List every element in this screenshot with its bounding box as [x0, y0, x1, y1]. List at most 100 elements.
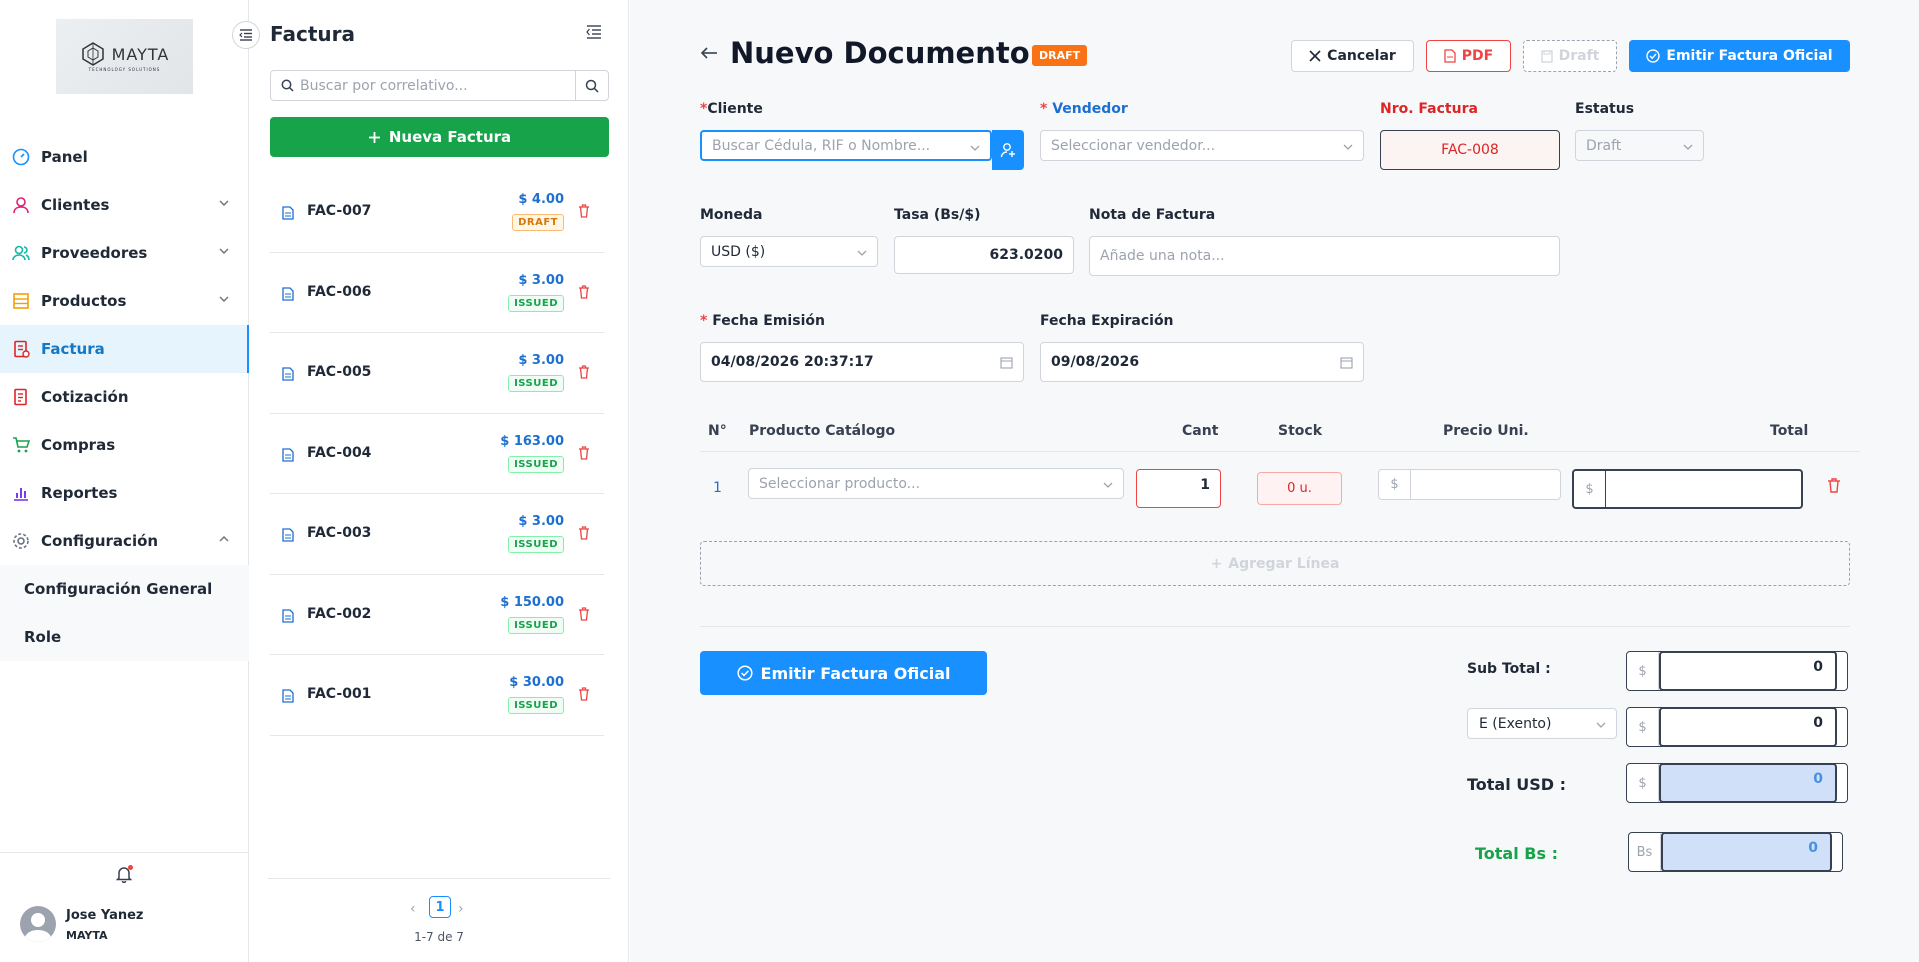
- vendedor-select[interactable]: Seleccionar vendedor...: [1040, 130, 1364, 161]
- fecha-expiracion-field[interactable]: 09/08/2026: [1040, 342, 1364, 382]
- pdf-label: PDF: [1461, 48, 1494, 64]
- list-item[interactable]: FAC-003 $ 3.00 ISSUED: [270, 494, 604, 575]
- invoice-code: FAC-005: [307, 364, 372, 380]
- sidebar-item-label: Panel: [41, 148, 88, 166]
- sidebar-item-configuracion[interactable]: Configuración: [0, 517, 249, 565]
- check-circle-icon: [1646, 49, 1661, 63]
- close-icon: [1309, 50, 1321, 62]
- delete-invoice-button[interactable]: [578, 606, 590, 625]
- delete-invoice-button[interactable]: [578, 204, 590, 222]
- sidebar-item-role[interactable]: Role: [0, 613, 249, 661]
- brand-name: MAYTA: [111, 44, 170, 64]
- tax-field: $ 0: [1626, 707, 1848, 747]
- search-icon: [585, 79, 599, 93]
- list-title: Factura: [270, 22, 355, 46]
- list-menu-button[interactable]: [586, 25, 602, 43]
- add-line-button[interactable]: + Agregar Línea: [700, 541, 1850, 586]
- list-item[interactable]: FAC-006 $ 3.00 ISSUED: [270, 253, 604, 333]
- prev-page-button[interactable]: ‹: [410, 901, 416, 917]
- sidebar-item-clientes[interactable]: Clientes: [0, 181, 249, 229]
- delete-invoice-button[interactable]: [578, 445, 590, 464]
- menu-fold-icon: [239, 29, 252, 41]
- collapse-sidebar-button[interactable]: [232, 21, 260, 49]
- list-item[interactable]: FAC-005 $ 3.00 ISSUED: [270, 333, 604, 414]
- list-item[interactable]: FAC-007 $ 4.00 DRAFT: [270, 172, 604, 253]
- pdf-button[interactable]: PDF: [1426, 40, 1511, 72]
- avatar[interactable]: [20, 906, 56, 942]
- chevron-down-icon: [1103, 482, 1113, 488]
- delete-line-button[interactable]: [1827, 478, 1841, 497]
- dashboard-icon: [12, 148, 30, 166]
- arrow-left-icon: [700, 47, 717, 59]
- sidebar-item-cotizacion[interactable]: Cotización: [0, 373, 249, 421]
- status-badge: ISSUED: [508, 294, 564, 312]
- users-icon: [12, 244, 30, 262]
- search-input[interactable]: [300, 77, 570, 94]
- brand-logo[interactable]: MAYTA TECHNOLOGY SOLUTIONS: [56, 19, 193, 94]
- trash-icon: [579, 284, 589, 299]
- invoice-code: FAC-006: [307, 283, 372, 300]
- delete-invoice-button[interactable]: [578, 284, 590, 303]
- delete-invoice-button[interactable]: [578, 687, 590, 705]
- col-qty: Cant: [1182, 423, 1219, 439]
- fecha-emision-field[interactable]: 04/08/2026 20:37:17: [700, 342, 1024, 382]
- current-page[interactable]: 1: [429, 896, 451, 918]
- cancel-button[interactable]: Cancelar: [1291, 40, 1414, 72]
- col-total: Total: [1770, 423, 1809, 439]
- product-select[interactable]: Seleccionar producto...: [748, 468, 1124, 499]
- list-item[interactable]: FAC-004 $ 163.00 ISSUED: [270, 414, 604, 494]
- invoice-amount: $ 3.00: [518, 353, 564, 368]
- trash-icon: [579, 687, 589, 701]
- invoice-code: FAC-002: [307, 605, 372, 622]
- estatus-select: Draft: [1575, 130, 1704, 161]
- sidebar-item-productos[interactable]: Productos: [0, 277, 249, 325]
- nota-placeholder: Añade una nota...: [1100, 248, 1225, 264]
- sidebar-item-factura[interactable]: Factura: [0, 325, 249, 373]
- sidebar-item-label: Productos: [41, 292, 127, 310]
- gear-icon: [12, 532, 30, 550]
- sidebar-item-panel[interactable]: Panel: [0, 133, 249, 181]
- file-icon: [282, 608, 294, 623]
- trash-icon: [579, 445, 589, 460]
- usd-prefix: $: [1627, 764, 1659, 802]
- unit-price-field[interactable]: $: [1378, 469, 1561, 500]
- save-draft-button[interactable]: Draft: [1523, 40, 1617, 72]
- sidebar-item-label: Factura: [41, 340, 105, 358]
- add-client-button[interactable]: [992, 130, 1024, 170]
- client-search-field[interactable]: Buscar Cédula, RIF o Nombre...: [700, 130, 992, 161]
- emit-invoice-button-bottom[interactable]: Emitir Factura Oficial: [700, 651, 987, 695]
- nota-field[interactable]: Añade una nota...: [1089, 236, 1560, 276]
- sidebar-item-reportes[interactable]: Reportes: [0, 469, 249, 517]
- sidebar-item-proveedores[interactable]: Proveedores: [0, 229, 249, 277]
- moneda-select[interactable]: USD ($): [700, 236, 878, 267]
- emit-invoice-button[interactable]: Emitir Factura Oficial: [1629, 40, 1850, 72]
- emit-label: Emitir Factura Oficial: [1666, 48, 1833, 64]
- nota-label: Nota de Factura: [1089, 207, 1216, 223]
- total-bs-value: 0: [1661, 832, 1832, 872]
- delete-invoice-button[interactable]: [578, 526, 590, 544]
- sidebar-item-configuracion-general[interactable]: Configuración General: [0, 565, 249, 613]
- sidebar-item-label: Compras: [41, 436, 116, 454]
- tasa-field[interactable]: 623.0200: [894, 236, 1074, 274]
- search-button[interactable]: [576, 71, 608, 100]
- quantity-field[interactable]: 1: [1136, 469, 1221, 508]
- trash-icon: [579, 365, 589, 379]
- next-page-button[interactable]: ›: [458, 901, 464, 917]
- draft-label: Draft: [1558, 48, 1600, 64]
- col-stock: Stock: [1278, 423, 1323, 439]
- sidebar-item-compras[interactable]: Compras: [0, 421, 249, 469]
- total-usd-value: 0: [1659, 763, 1837, 803]
- list-icon: [12, 292, 30, 310]
- notifications-button[interactable]: [115, 865, 133, 887]
- list-item[interactable]: FAC-001 $ 30.00 ISSUED: [270, 655, 604, 736]
- list-item[interactable]: FAC-002 $ 150.00 ISSUED: [270, 575, 604, 655]
- total-prefix: $: [1574, 471, 1606, 507]
- new-invoice-button[interactable]: Nueva Factura: [270, 117, 609, 157]
- file-pdf-icon: [1444, 49, 1456, 63]
- tax-select[interactable]: E (Exento): [1467, 708, 1617, 739]
- fecha-emision-label: * Fecha Emisión: [700, 313, 825, 329]
- back-button[interactable]: [700, 46, 718, 64]
- trash-icon: [579, 204, 589, 218]
- delete-invoice-button[interactable]: [578, 365, 590, 383]
- file-icon: [282, 689, 294, 703]
